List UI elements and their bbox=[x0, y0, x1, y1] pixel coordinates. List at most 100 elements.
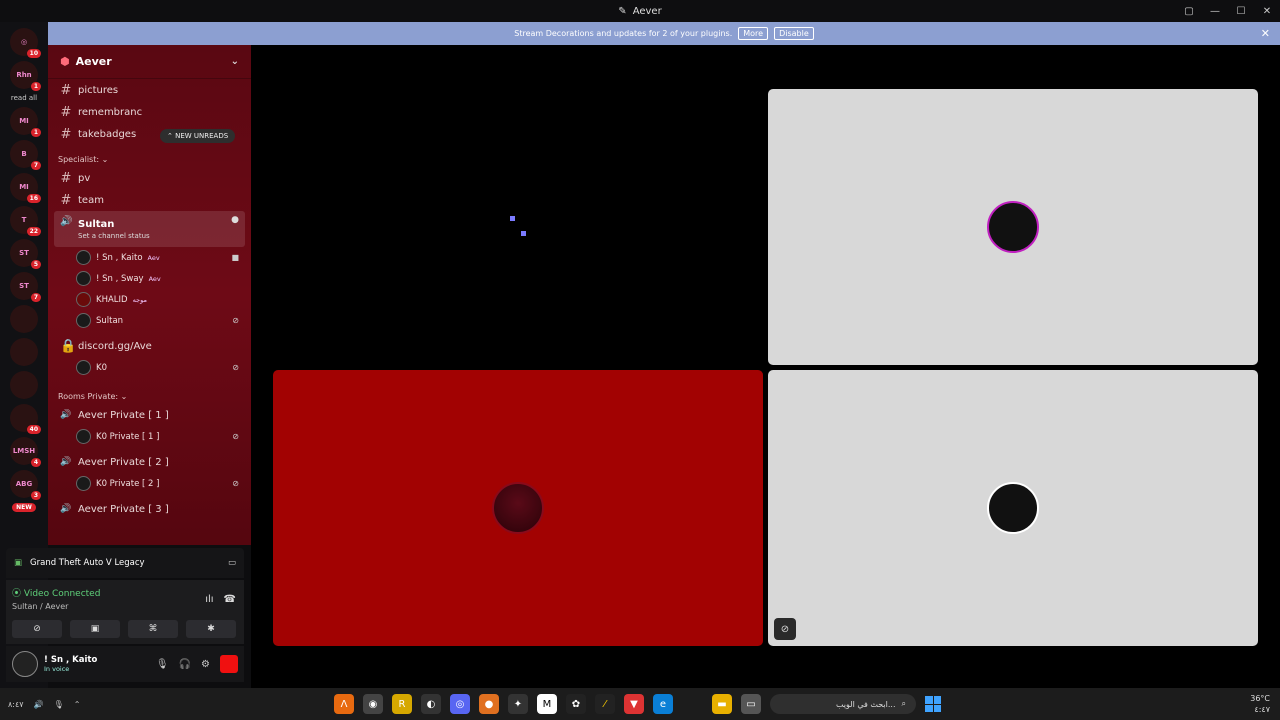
file-explorer-icon[interactable]: ▬ bbox=[712, 694, 732, 714]
mic-icon[interactable]: 🎙 bbox=[54, 700, 64, 709]
video-tile-user-2[interactable] bbox=[273, 370, 763, 646]
chat-bubble-icon[interactable]: ● bbox=[231, 215, 239, 225]
channel-pv[interactable]: # pv bbox=[54, 167, 245, 189]
close-button[interactable]: ✕ bbox=[1254, 0, 1280, 22]
channel-pictures[interactable]: # pictures bbox=[54, 79, 245, 101]
taskbar-clock[interactable]: 36°C ٤:٤٧ bbox=[1250, 693, 1270, 715]
voice-user[interactable]: K0 ⊘ bbox=[76, 357, 251, 378]
stream-game-icon[interactable]: ▭ bbox=[228, 558, 236, 568]
new-badge: NEW bbox=[12, 503, 36, 512]
activities-button[interactable]: ⌘ bbox=[128, 620, 178, 638]
brave-icon[interactable]: ▼ bbox=[624, 694, 644, 714]
server-icon-1[interactable]: Rhn 1 bbox=[10, 61, 41, 91]
mic-icon[interactable]: 🎙 bbox=[156, 659, 169, 670]
minimize-button[interactable]: — bbox=[1202, 0, 1228, 22]
voice-user[interactable]: ! Sn , Sway Aev bbox=[76, 268, 251, 289]
edge-icon[interactable]: e bbox=[653, 694, 673, 714]
server-icon-11[interactable]: 40 bbox=[10, 404, 41, 434]
video-tile-user-3[interactable]: ⊘ bbox=[768, 370, 1258, 646]
server-icon-12[interactable]: LMSH 4 bbox=[10, 437, 41, 467]
voice-user[interactable]: ! Sn , Kaito Aev ■ bbox=[76, 247, 251, 268]
video-tile-user-1[interactable] bbox=[768, 89, 1258, 365]
clock-left: ٨:٤٧ bbox=[8, 699, 24, 709]
server-icon-6[interactable]: ST 5 bbox=[10, 239, 41, 269]
plugin-notice-bar: Stream Decorations and updates for 2 of … bbox=[48, 22, 1280, 45]
voice-user[interactable]: K0 Private [ 2 ] ⊘ bbox=[76, 473, 251, 494]
server-icon-9[interactable] bbox=[10, 338, 38, 366]
app-icon-window[interactable]: ▭ bbox=[741, 694, 761, 714]
channel-team[interactable]: # team bbox=[54, 189, 245, 211]
maximize-button[interactable]: ☐ bbox=[1228, 0, 1254, 22]
hash-icon: # bbox=[60, 192, 72, 208]
gear-icon[interactable]: ⚙ bbox=[201, 659, 210, 670]
app-icon-r[interactable]: R bbox=[392, 694, 412, 714]
taskbar-search[interactable]: ابحث في الويب... ⌕ bbox=[770, 694, 916, 714]
server-icon-3[interactable]: B7 bbox=[10, 140, 41, 170]
game-activity-panel: ▣ Grand Theft Auto V Legacy ▭ bbox=[6, 548, 244, 578]
windows-taskbar: ٨:٤٧ 🔊 🎙 ⌃ Λ ◉ R ◐ ◎ ● ✦ M ✿ ⁄ ▼ e ▬ ▭ ا… bbox=[0, 688, 1280, 720]
server-icon-13[interactable]: ABG 3 bbox=[10, 470, 41, 500]
pen-icon: ✎ bbox=[618, 5, 627, 17]
headphones-icon[interactable]: 🎧 bbox=[179, 659, 191, 670]
soundboard-button[interactable]: ✱ bbox=[186, 620, 236, 638]
search-text: ابحث في الويب... bbox=[835, 699, 896, 709]
app-icon-valorant[interactable]: ✦ bbox=[508, 694, 528, 714]
user-info[interactable]: ! Sn , Kaito In voice bbox=[44, 655, 97, 673]
new-unreads-pill[interactable]: ⌃ NEW UNREADS bbox=[160, 129, 236, 143]
camera-off-button[interactable]: ⊘ bbox=[12, 620, 62, 638]
disconnect-icon[interactable]: ☎ bbox=[224, 594, 236, 605]
server-icon-5[interactable]: T 22 bbox=[10, 206, 41, 236]
server-icon-4[interactable]: MI 16 bbox=[10, 173, 41, 203]
server-header[interactable]: ⬢ Aever ⌄ bbox=[48, 45, 251, 79]
channel-discord-gg-ave[interactable]: 🔒 discord.gg/Ave bbox=[54, 335, 245, 357]
chevron-up-icon[interactable]: ⌃ bbox=[74, 700, 81, 709]
speaker-icon[interactable]: 🔊 bbox=[34, 700, 44, 709]
server-icon-8[interactable] bbox=[10, 305, 38, 333]
deafened-icon: ⊘ bbox=[232, 363, 239, 372]
discord-icon[interactable]: ◎ bbox=[450, 694, 470, 714]
speaker-icon: 🔊 bbox=[60, 504, 72, 514]
avatar[interactable] bbox=[12, 651, 38, 677]
channel-sidebar: ⬢ Aever ⌄ # pictures # remembranc # takebad… bbox=[48, 45, 251, 545]
channel-status-link[interactable]: Set a channel status bbox=[78, 232, 150, 240]
voice-channel-private-1[interactable]: 🔊 Aever Private [ 1 ] bbox=[54, 404, 245, 426]
category-specialist[interactable]: Specialist: ⌄ bbox=[48, 145, 251, 167]
connection-status: ⦿ Video Connected bbox=[12, 589, 101, 599]
home-discord-icon[interactable]: ◎ 10 bbox=[10, 28, 41, 58]
deafened-icon: ⊘ bbox=[232, 432, 239, 441]
voice-user[interactable]: Sultan ⊘ bbox=[76, 310, 251, 331]
connection-location[interactable]: Sultan / Aever bbox=[12, 602, 238, 611]
video-off-icon[interactable]: ⊘ bbox=[774, 618, 796, 640]
app-icon-pen[interactable]: ⁄ bbox=[595, 694, 615, 714]
notice-close-icon[interactable]: ✕ bbox=[1261, 27, 1270, 40]
disable-button[interactable]: Disable bbox=[774, 27, 814, 40]
voice-user[interactable]: KHALID موجه bbox=[76, 289, 251, 310]
server-icon-2[interactable]: MI 1 bbox=[10, 107, 41, 137]
windows-start-icon[interactable] bbox=[925, 696, 941, 712]
category-rooms-private[interactable]: Rooms Private: ⌄ bbox=[48, 378, 251, 404]
app-icon-openai[interactable]: ✿ bbox=[566, 694, 586, 714]
read-all-link[interactable]: read all bbox=[11, 94, 37, 102]
voice-channel-sultan[interactable]: 🔊 Sultan Set a channel status ● bbox=[54, 211, 245, 247]
app-icon-m[interactable]: M bbox=[537, 694, 557, 714]
app-icon-gamepad[interactable]: ◐ bbox=[421, 694, 441, 714]
server-icon-10[interactable] bbox=[10, 371, 38, 399]
screen-share-button[interactable]: ▣ bbox=[70, 620, 120, 638]
app-icon-fox[interactable]: ● bbox=[479, 694, 499, 714]
more-button[interactable]: More bbox=[738, 27, 769, 40]
voice-channel-private-3[interactable]: 🔊 Aever Private [ 3 ] bbox=[54, 498, 245, 520]
channel-remembranc[interactable]: # remembranc bbox=[54, 101, 245, 123]
voice-channel-private-2[interactable]: 🔊 Aever Private [ 2 ] bbox=[54, 451, 245, 473]
app-icon-shield[interactable]: ◉ bbox=[363, 694, 383, 714]
gta-icon: ▣ bbox=[14, 558, 23, 568]
server-icon-7[interactable]: ST 7 bbox=[10, 272, 41, 302]
search-icon: ⌕ bbox=[901, 699, 906, 708]
avatar bbox=[987, 201, 1039, 253]
app-icon-a[interactable]: Λ bbox=[334, 694, 354, 714]
voice-user[interactable]: K0 Private [ 1 ] ⊘ bbox=[76, 426, 251, 447]
server-name: Aever bbox=[75, 55, 112, 68]
hash-icon: # bbox=[60, 170, 72, 186]
inbox-icon[interactable]: ▢ bbox=[1176, 0, 1202, 22]
plugin-red-button[interactable] bbox=[220, 655, 238, 673]
noise-suppression-icon[interactable]: ılı bbox=[205, 594, 213, 605]
